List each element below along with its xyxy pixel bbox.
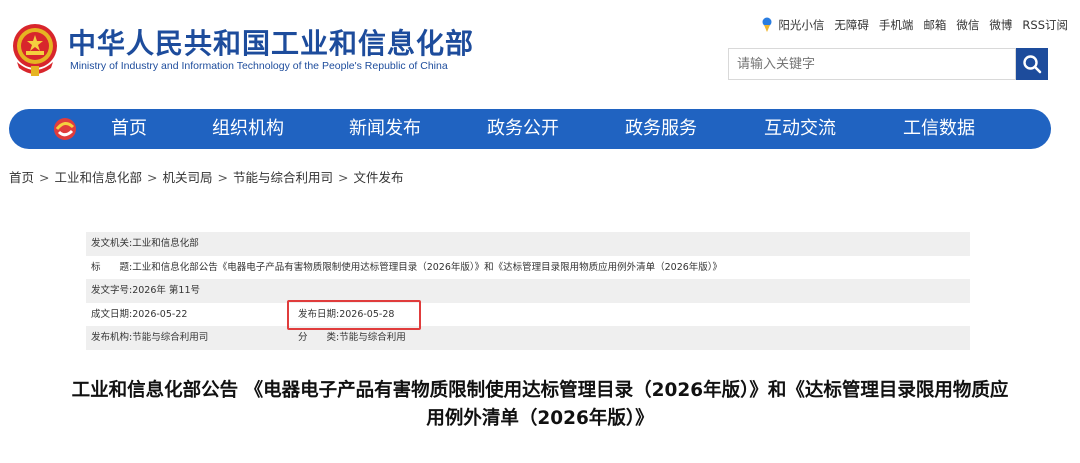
nav-logo-icon[interactable] — [51, 116, 79, 142]
meta-created-value: 2026-05-22 — [132, 308, 188, 320]
breadcrumb-separator: > — [39, 170, 50, 185]
search-icon — [1023, 55, 1042, 74]
meta-doc-number-label: 发文字号: — [91, 285, 133, 297]
link-mobile[interactable]: 手机端 — [879, 17, 914, 33]
site-title[interactable]: 中华人民共和国工业和信息化部 — [68, 22, 474, 62]
meta-category-value: 节能与综合利用 — [339, 332, 406, 344]
meta-row-org: 发布机构:节能与综合利用司 分 类:节能与综合利用 — [86, 326, 970, 350]
link-accessibility[interactable]: 无障碍 — [834, 17, 869, 33]
nav-item-government-services[interactable]: 政务服务 — [621, 109, 701, 149]
meta-issuer-value: 工业和信息化部 — [132, 238, 199, 249]
national-emblem-icon — [13, 24, 57, 76]
nav-item-interaction[interactable]: 互动交流 — [760, 109, 840, 149]
nav-item-data[interactable]: 工信数据 — [899, 109, 979, 149]
link-sunshine[interactable]: 阳光小信 — [778, 17, 824, 33]
meta-org-label: 发布机构: — [91, 332, 133, 344]
breadcrumb: 首页 > 工业和信息化部 > 机关司局 > 节能与综合利用司 > 文件发布 — [9, 167, 404, 186]
nav-item-home[interactable]: 首页 — [101, 109, 157, 149]
meta-title-value: 工业和信息化部公告《电器电子产品有害物质限制使用达标管理目录（2026年版）》和… — [132, 261, 723, 273]
sunshine-pin-icon — [762, 17, 772, 32]
document-meta-table: 发文机关:工业和信息化部 标 题:工业和信息化部公告《电器电子产品有害物质限制使… — [86, 232, 970, 350]
link-weibo[interactable]: 微博 — [989, 17, 1012, 33]
search-input[interactable] — [728, 48, 1016, 80]
meta-row-title: 标 题:工业和信息化部公告《电器电子产品有害物质限制使用达标管理目录（2026年… — [86, 256, 970, 280]
published-date-highlight-box — [287, 300, 421, 330]
breadcrumb-departments[interactable]: 机关司局 — [163, 170, 213, 185]
link-wechat[interactable]: 微信 — [956, 17, 979, 33]
link-mail[interactable]: 邮箱 — [923, 17, 946, 33]
breadcrumb-home[interactable]: 首页 — [9, 170, 34, 185]
meta-issuer-label: 发文机关: — [91, 238, 133, 249]
breadcrumb-separator: > — [338, 170, 349, 185]
site-header: 中华人民共和国工业和信息化部 Ministry of Industry and … — [0, 0, 1080, 100]
meta-row-doc-number: 发文字号:2026年 第11号 — [86, 279, 970, 303]
meta-title-label: 标 题: — [91, 261, 133, 273]
article-title: 工业和信息化部公告 《电器电子产品有害物质限制使用达标管理目录（2026年版）》… — [71, 380, 1009, 429]
main-nav: 首页 组织机构 新闻发布 政务公开 政务服务 互动交流 工信数据 — [9, 109, 1051, 149]
breadcrumb-separator: > — [147, 170, 158, 185]
meta-row-dates: 成文日期:2026-05-22 发布日期:2026-05-28 — [86, 303, 970, 327]
site-subtitle-en: Ministry of Industry and Information Tec… — [70, 60, 448, 72]
link-rss[interactable]: RSS订阅 — [1022, 17, 1068, 33]
nav-item-government-affairs[interactable]: 政务公开 — [483, 109, 563, 149]
nav-item-organization[interactable]: 组织机构 — [208, 109, 288, 149]
nav-item-news[interactable]: 新闻发布 — [345, 109, 425, 149]
breadcrumb-current[interactable]: 文件发布 — [354, 170, 404, 185]
meta-row-issuer: 发文机关:工业和信息化部 — [86, 232, 970, 256]
meta-doc-number-value: 2026年 第11号 — [132, 285, 200, 297]
meta-org-value: 节能与综合利用司 — [132, 332, 209, 344]
meta-created-label: 成文日期: — [91, 308, 133, 320]
breadcrumb-separator: > — [217, 170, 228, 185]
search-button[interactable] — [1016, 48, 1048, 80]
meta-category-label: 分 类: — [298, 332, 340, 344]
breadcrumb-ministry[interactable]: 工业和信息化部 — [55, 170, 143, 185]
breadcrumb-energy-dept[interactable]: 节能与综合利用司 — [233, 170, 333, 185]
utility-links: 阳光小信 无障碍 手机端 邮箱 微信 微博 RSS订阅 — [761, 17, 1068, 33]
